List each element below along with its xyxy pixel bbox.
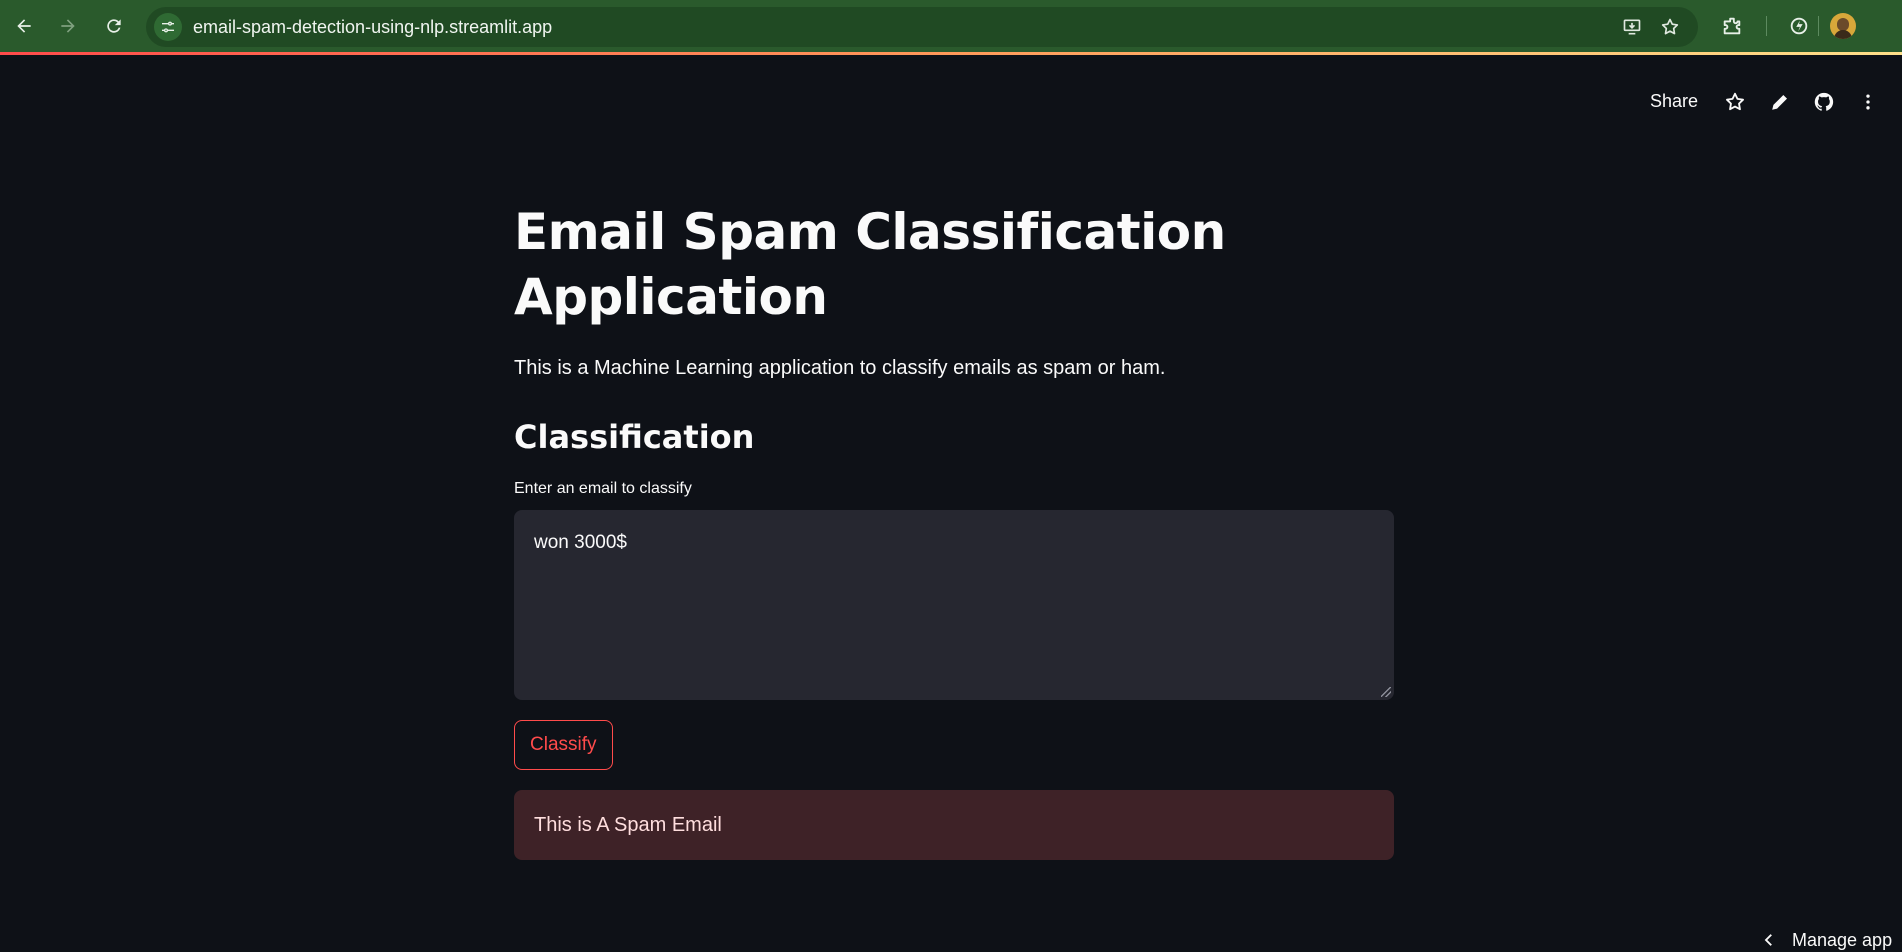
github-button[interactable] — [1810, 88, 1838, 116]
page-description: This is a Machine Learning application t… — [514, 357, 1166, 379]
main-content: Email Spam Classification Application Th… — [514, 200, 1394, 860]
section-heading: Classification — [514, 418, 755, 456]
toolbar-divider — [1818, 16, 1819, 36]
back-button[interactable] — [8, 10, 40, 42]
email-textarea[interactable]: won 3000$ — [514, 510, 1394, 700]
share-button[interactable]: Share — [1650, 91, 1698, 112]
manage-app-button[interactable]: Manage app — [1760, 928, 1892, 952]
star-icon — [1726, 92, 1744, 111]
manage-app-label: Manage app — [1792, 929, 1893, 950]
email-input-label: Enter an email to classify — [514, 480, 692, 497]
puzzle-icon — [1723, 17, 1741, 35]
avatar[interactable] — [1830, 13, 1856, 39]
performance-button[interactable] — [1785, 12, 1813, 40]
main-menu-button[interactable] — [1854, 88, 1882, 116]
result-alert: This is A Spam Email — [514, 790, 1394, 860]
extensions-button[interactable] — [1718, 12, 1746, 40]
arrow-right-icon — [61, 19, 75, 33]
forward-button[interactable] — [52, 10, 84, 42]
edit-button[interactable] — [1766, 88, 1794, 116]
email-textarea-container: won 3000$ — [514, 510, 1394, 700]
address-bar[interactable]: email-spam-detection-using-nlp.streamlit… — [146, 7, 1698, 47]
leaf-icon — [1790, 17, 1808, 35]
result-text: This is A Spam Email — [534, 813, 722, 836]
install-app-icon — [1623, 19, 1641, 35]
github-icon — [1814, 92, 1834, 111]
reload-icon — [107, 19, 121, 33]
more-vertical-icon — [1866, 94, 1870, 110]
tune-icon — [162, 21, 174, 33]
pencil-icon — [1772, 94, 1788, 110]
classify-button[interactable]: Classify — [514, 720, 613, 770]
toolbar-divider — [1766, 16, 1767, 36]
arrow-left-icon — [17, 19, 31, 33]
bookmark-button[interactable] — [1658, 15, 1682, 39]
star-icon — [1661, 18, 1679, 35]
reload-button[interactable] — [98, 10, 130, 42]
resize-handle[interactable] — [1381, 687, 1391, 697]
star-button[interactable] — [1721, 88, 1749, 116]
site-info-button[interactable] — [154, 13, 182, 41]
install-app-button[interactable] — [1620, 15, 1644, 39]
app-header: Share — [0, 55, 1902, 145]
url-text[interactable]: email-spam-detection-using-nlp.streamlit… — [193, 17, 552, 38]
page-title: Email Spam Classification Application — [514, 203, 1226, 326]
browser-toolbar: email-spam-detection-using-nlp.streamlit… — [0, 0, 1902, 55]
chevron-left-icon — [1764, 934, 1772, 946]
